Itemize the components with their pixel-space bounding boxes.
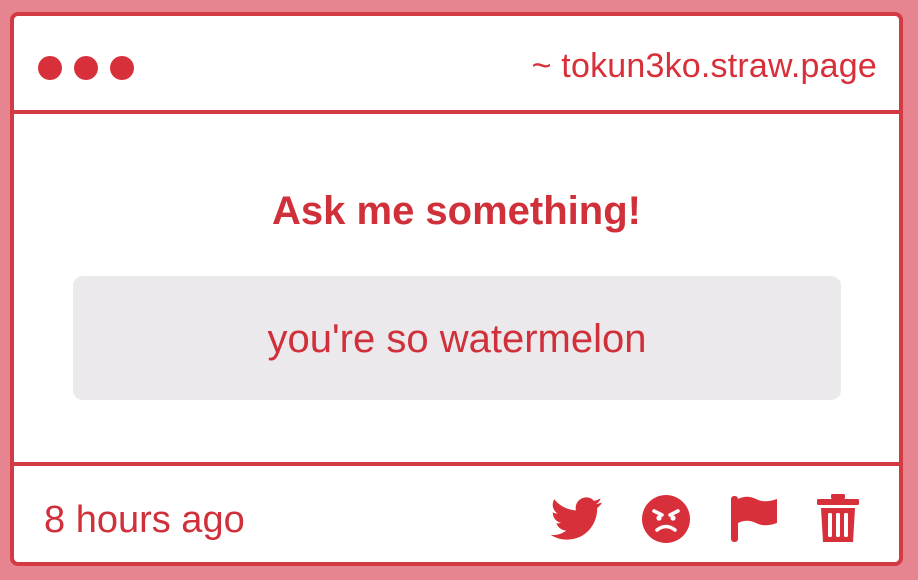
title-bar: ~ tokun3ko.straw.page: [14, 16, 899, 114]
app-window: ~ tokun3ko.straw.page Ask me something! …: [10, 12, 903, 566]
window-controls: [38, 56, 134, 80]
report-button[interactable]: [729, 494, 779, 544]
page-title: Ask me something!: [272, 189, 641, 233]
message-box: you're so watermelon: [73, 276, 841, 400]
share-twitter-button[interactable]: [551, 497, 603, 541]
window-dot-3[interactable]: [110, 56, 134, 80]
flag-icon: [731, 496, 777, 542]
window-dot-1[interactable]: [38, 56, 62, 80]
timestamp: 8 hours ago: [44, 499, 245, 541]
question-card: Ask me something! you're so watermelon: [14, 114, 899, 462]
angry-face-icon: [642, 495, 690, 543]
card-footer: 8 hours ago: [14, 462, 899, 562]
message-text: you're so watermelon: [267, 317, 647, 361]
page-url[interactable]: ~ tokun3ko.straw.page: [532, 46, 877, 86]
react-angry-button[interactable]: [641, 494, 691, 544]
delete-button[interactable]: [817, 494, 859, 544]
action-bar: [551, 494, 859, 544]
window-dot-2[interactable]: [74, 56, 98, 80]
twitter-icon: [551, 497, 603, 540]
trash-icon: [817, 494, 859, 542]
